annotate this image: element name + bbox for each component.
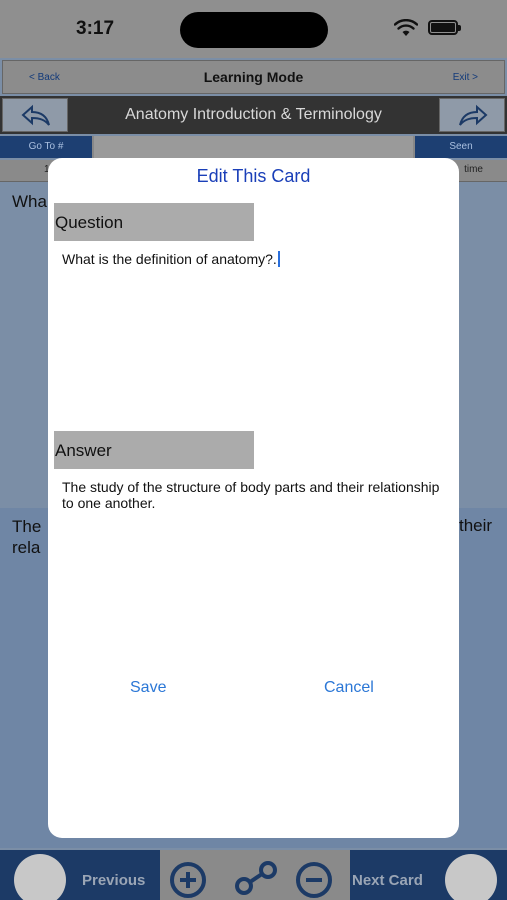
status-time: 3:17 <box>76 18 115 39</box>
zoom-share-icons <box>170 861 332 898</box>
answer-text: The study of the structure of body parts… <box>62 479 440 511</box>
dynamic-island <box>180 12 328 48</box>
seen-button[interactable]: Seen <box>415 136 507 158</box>
share-icon <box>235 877 253 895</box>
question-textarea[interactable]: What is the definition of anatomy?. <box>62 251 445 421</box>
answer-preview-line2: rela <box>12 538 41 557</box>
tool-row: Go To # Seen <box>0 136 507 158</box>
previous-button[interactable]: Previous <box>0 850 158 900</box>
previous-arrow-button[interactable] <box>2 98 68 132</box>
question-text: What is the definition of anatomy?. <box>62 251 277 267</box>
text-caret <box>277 251 280 267</box>
edit-card-modal: Edit This Card Question What is the defi… <box>48 158 459 838</box>
chevron-right-icon[interactable] <box>445 854 497 900</box>
save-button[interactable]: Save <box>130 679 166 697</box>
next-arrow-button[interactable] <box>439 98 505 132</box>
battery-icon <box>428 20 461 35</box>
redo-arrow-icon <box>459 104 488 126</box>
cancel-button[interactable]: Cancel <box>324 679 374 697</box>
status-bar: 3:17 <box>0 0 507 58</box>
stats-right: time <box>464 164 483 175</box>
wifi-icon <box>394 19 418 36</box>
deck-title-row: Anatomy Introduction & Terminology <box>0 96 507 134</box>
question-preview: Wha <box>12 192 47 211</box>
answer-textarea[interactable]: The study of the structure of body parts… <box>62 479 445 629</box>
nav-title: Learning Mode <box>203 69 304 85</box>
answer-preview-tail: their <box>459 516 493 535</box>
previous-label: Previous <box>82 872 146 889</box>
tools-strip[interactable] <box>94 136 413 158</box>
zoom-tools[interactable] <box>160 850 350 900</box>
next-card-label[interactable]: Next Card <box>352 872 423 889</box>
answer-preview: The rela <box>12 516 41 558</box>
goto-button[interactable]: Go To # <box>0 136 92 158</box>
exit-button[interactable]: Exit > <box>453 72 478 83</box>
deck-title: Anatomy Introduction & Terminology <box>125 106 382 123</box>
nav-bar: < Back Learning Mode Exit > <box>2 60 505 94</box>
answer-preview-line1: The <box>12 517 42 536</box>
question-header: Question <box>54 203 254 241</box>
modal-title: Edit This Card <box>196 166 311 186</box>
bottom-bar: Previous Next Card <box>0 850 507 900</box>
answer-header: Answer <box>54 431 254 469</box>
undo-arrow-icon <box>21 104 50 126</box>
chevron-left-icon <box>14 854 66 900</box>
